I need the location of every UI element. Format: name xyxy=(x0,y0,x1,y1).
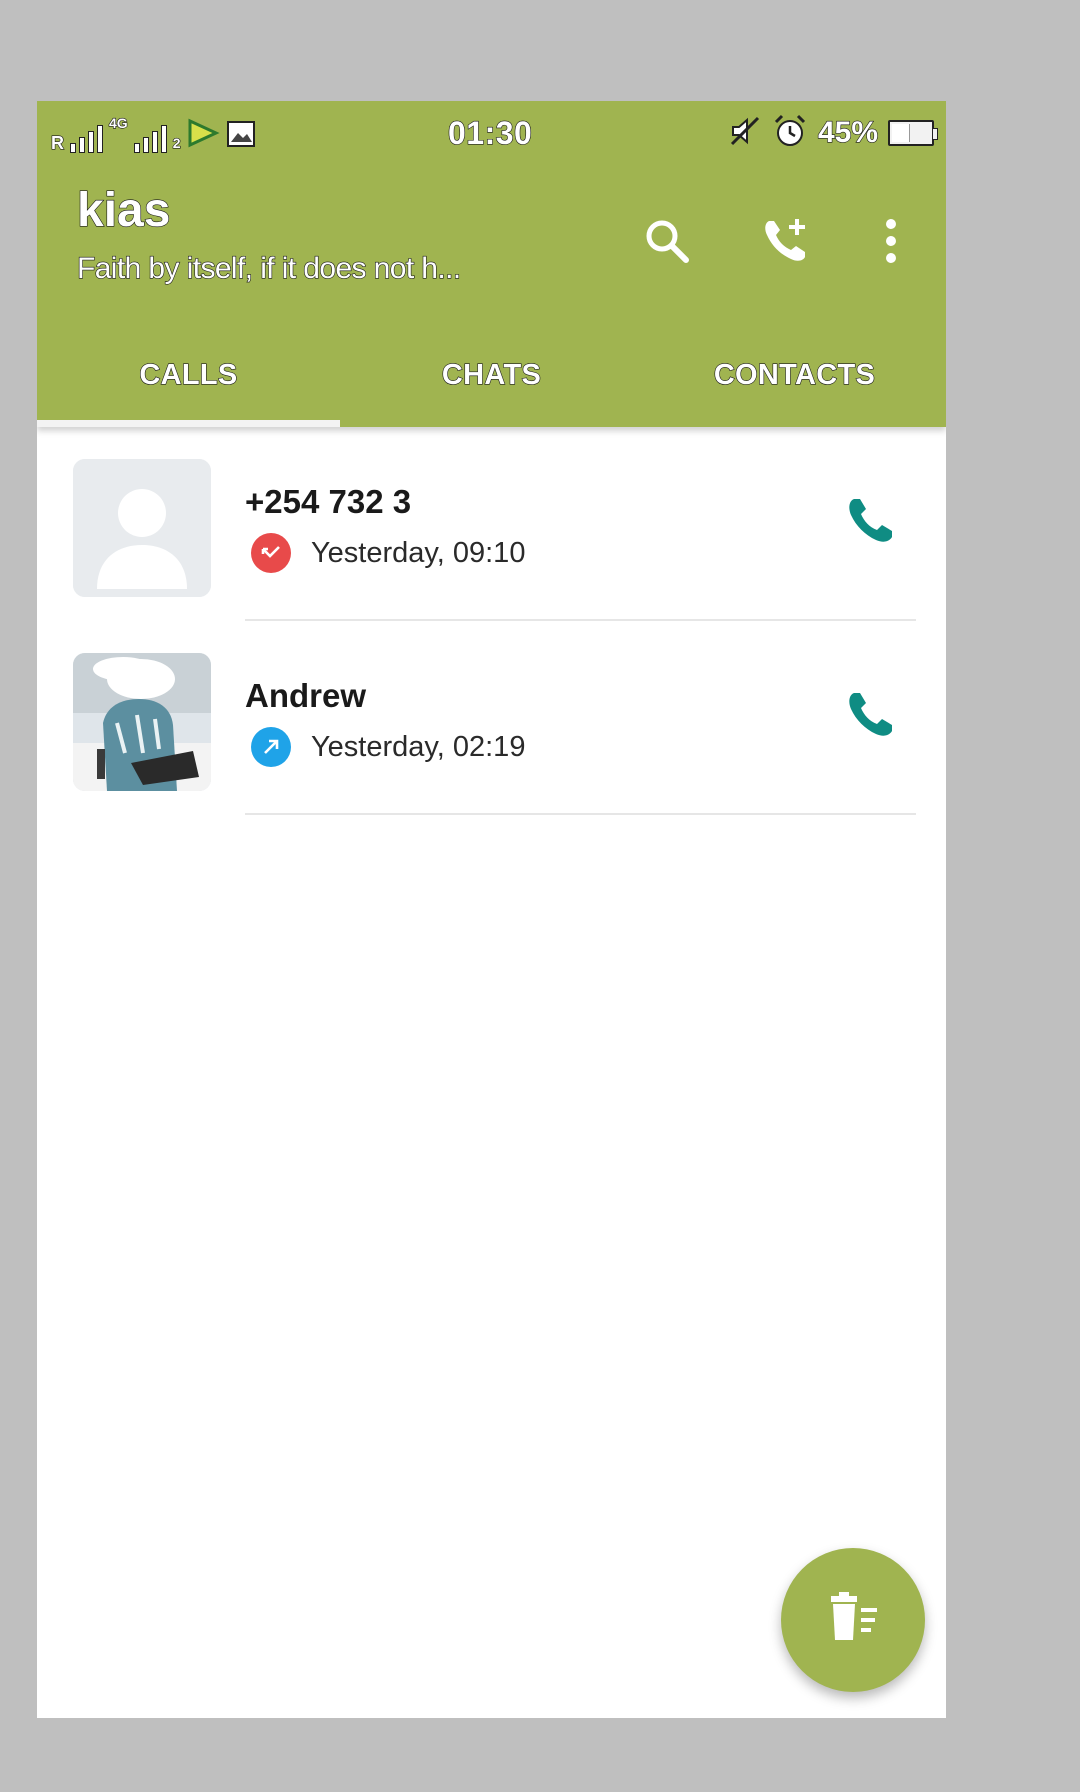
call-time: Yesterday, 02:19 xyxy=(311,730,526,763)
search-button[interactable] xyxy=(635,211,699,275)
alarm-icon xyxy=(772,113,808,154)
tab-indicator xyxy=(37,420,340,427)
call-back-button[interactable] xyxy=(838,685,902,749)
tab-contacts-label: CONTACTS xyxy=(713,358,876,391)
search-icon xyxy=(642,216,692,271)
caller-name: Andrew xyxy=(245,677,367,714)
signal-icon xyxy=(70,125,103,153)
add-call-icon xyxy=(759,215,811,272)
contact-photo xyxy=(73,653,211,791)
status-bar: R 4G 2 01:30 45% xyxy=(37,101,946,163)
tab-calls-label: CALLS xyxy=(139,358,238,391)
tab-bar: CALLS CHATS CONTACTS xyxy=(37,323,946,427)
tab-chats-label: CHATS xyxy=(441,358,542,391)
placeholder-avatar-icon xyxy=(73,459,211,597)
status-icons-right: 45% xyxy=(728,113,938,154)
call-row[interactable]: +254 732 3 Yesterday, 09:10 xyxy=(37,427,946,621)
more-vert-icon xyxy=(881,216,901,271)
battery-percent: 45% xyxy=(817,115,878,149)
mute-icon xyxy=(728,114,762,153)
avatar[interactable] xyxy=(73,459,211,597)
carrier-label: R xyxy=(50,132,64,153)
call-list: +254 732 3 Yesterday, 09:10 Andrew Yeste… xyxy=(37,427,946,815)
phone-icon xyxy=(844,495,896,552)
call-meta: Yesterday, 09:10 xyxy=(251,533,525,573)
tab-contacts[interactable]: CONTACTS xyxy=(643,323,946,427)
more-options-button[interactable] xyxy=(859,211,923,275)
network-type-label: 4G xyxy=(108,114,128,131)
app-bar: R 4G 2 01:30 45% kias Faith by itself, i… xyxy=(37,101,946,427)
clear-call-log-button[interactable] xyxy=(781,1548,925,1692)
status-time: 01:30 xyxy=(447,114,533,151)
caller-name: +254 732 3 xyxy=(245,483,412,520)
call-row[interactable]: Andrew Yesterday, 02:19 xyxy=(37,621,946,815)
sim-label: 2 xyxy=(172,134,181,151)
phone-screen: R 4G 2 01:30 45% kias Faith by itself, i… xyxy=(37,101,946,1718)
outgoing-call-icon xyxy=(251,727,291,767)
call-meta: Yesterday, 02:19 xyxy=(251,727,525,767)
call-time: Yesterday, 09:10 xyxy=(311,536,526,569)
status-icons-left: R 4G 2 xyxy=(50,113,256,154)
tab-chats[interactable]: CHATS xyxy=(340,323,643,427)
missed-call-icon xyxy=(251,533,291,573)
battery-icon xyxy=(888,120,938,146)
delete-list-icon xyxy=(823,1588,883,1653)
signal-2-icon xyxy=(133,125,167,153)
page-title: kias xyxy=(76,184,171,237)
call-back-button[interactable] xyxy=(838,491,902,555)
tab-calls[interactable]: CALLS xyxy=(37,323,340,427)
status-message: Faith by itself, if it does not h... xyxy=(76,251,461,285)
row-divider xyxy=(245,813,916,815)
phone-icon xyxy=(844,689,896,746)
image-notification-icon xyxy=(226,120,256,153)
app-notification-icon xyxy=(186,118,221,153)
new-call-button[interactable] xyxy=(753,211,817,275)
avatar[interactable] xyxy=(73,653,211,791)
